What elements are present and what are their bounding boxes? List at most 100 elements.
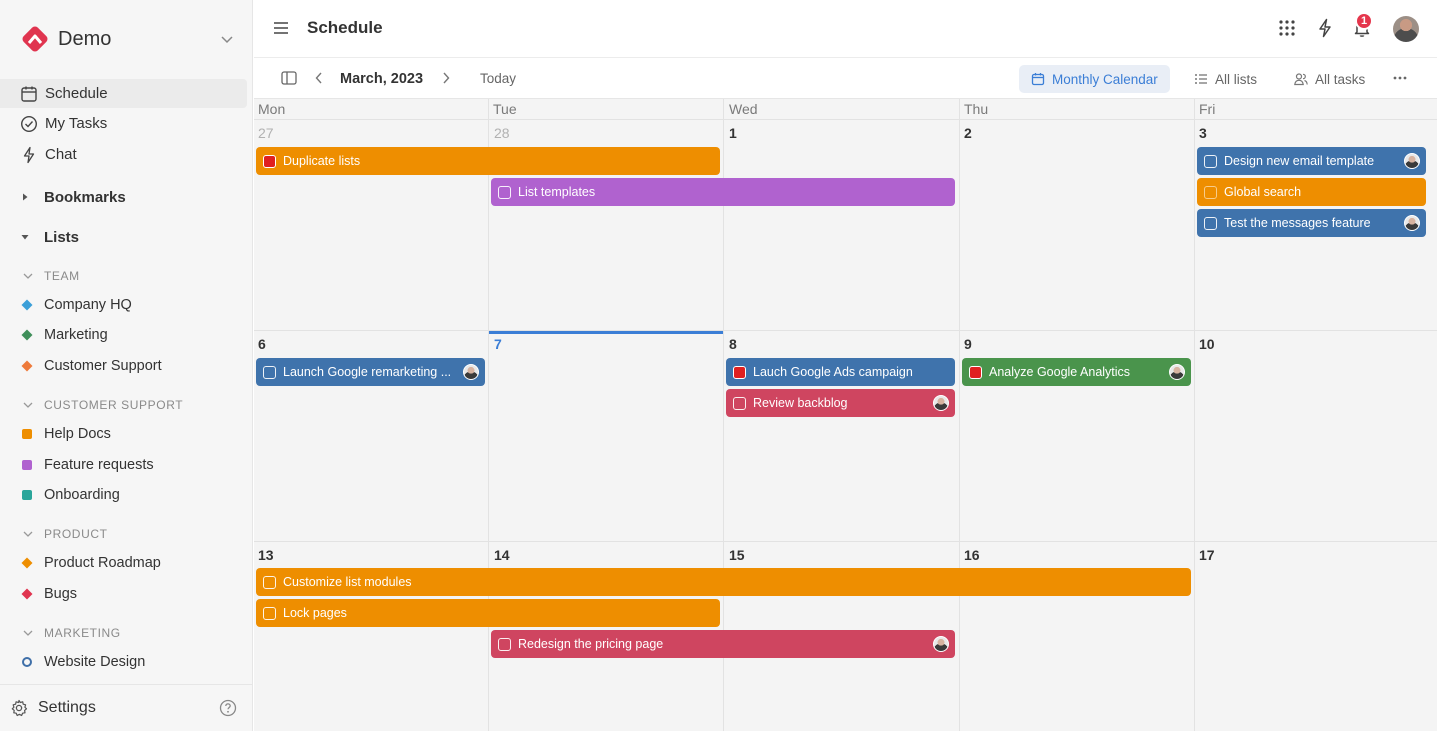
day-number[interactable]: 28: [494, 125, 510, 141]
task-checkbox[interactable]: [498, 185, 511, 199]
caret-down-icon: [20, 232, 30, 242]
day-number[interactable]: 3: [1199, 125, 1207, 141]
task-bar[interactable]: Design new email template: [1197, 147, 1426, 175]
task-checkbox[interactable]: [498, 637, 511, 651]
task-checkbox[interactable]: [733, 396, 746, 410]
calendar-icon: [20, 85, 38, 103]
list-item-product-roadmap[interactable]: Product Roadmap: [21, 553, 161, 573]
nav-item-my-tasks[interactable]: My Tasks: [0, 109, 247, 138]
calendar-icon: [1031, 73, 1045, 86]
task-checkbox[interactable]: [733, 365, 746, 379]
today-button[interactable]: Today: [480, 71, 516, 86]
task-checkbox[interactable]: [263, 154, 276, 168]
day-number[interactable]: 10: [1199, 336, 1215, 352]
view-all-lists[interactable]: All lists: [1182, 65, 1269, 93]
chevron-left-icon[interactable]: [313, 71, 325, 85]
list-label: Onboarding: [44, 487, 120, 503]
list-item-website-design[interactable]: Website Design: [22, 652, 145, 672]
task-bar[interactable]: List templates: [491, 178, 955, 206]
assignee-avatar: [1404, 153, 1420, 169]
view-all-tasks[interactable]: All tasks: [1282, 65, 1377, 93]
workspace-switcher[interactable]: Demo: [20, 23, 111, 55]
task-checkbox[interactable]: [263, 365, 276, 379]
list-item-marketing[interactable]: Marketing: [21, 325, 108, 345]
menu-icon[interactable]: [273, 21, 289, 35]
task-bar[interactable]: Duplicate lists: [256, 147, 720, 175]
task-bar[interactable]: Launch Google remarketing ...: [256, 358, 485, 386]
settings-link[interactable]: Settings: [38, 699, 96, 717]
section-label: Bookmarks: [44, 188, 126, 206]
day-number[interactable]: 27: [258, 125, 274, 141]
task-checkbox[interactable]: [1204, 216, 1217, 230]
view-monthly-calendar[interactable]: Monthly Calendar: [1019, 65, 1170, 93]
task-bar[interactable]: Lauch Google Ads campaign: [726, 358, 955, 386]
bolt-icon: [20, 146, 38, 164]
list-item-help-docs[interactable]: Help Docs: [22, 424, 111, 444]
sidebar-toggle-icon[interactable]: [281, 71, 297, 85]
day-number[interactable]: 6: [258, 336, 266, 352]
task-bar[interactable]: Test the messages feature: [1197, 209, 1426, 237]
gear-icon[interactable]: [10, 699, 28, 717]
page-title: Schedule: [307, 18, 383, 37]
day-number[interactable]: 16: [964, 547, 980, 563]
task-checkbox[interactable]: [263, 606, 276, 620]
task-label: Design new email template: [1224, 154, 1375, 168]
group-marketing[interactable]: MARKETING: [22, 625, 121, 641]
task-checkbox[interactable]: [1204, 185, 1217, 199]
list-item-onboarding[interactable]: Onboarding: [22, 485, 120, 505]
list-item-feature-requests[interactable]: Feature requests: [22, 455, 154, 475]
more-icon[interactable]: [1392, 71, 1408, 85]
chevron-down-icon[interactable]: [220, 32, 234, 46]
task-label: Global search: [1224, 185, 1302, 199]
group-customer-support[interactable]: CUSTOMER SUPPORT: [22, 397, 183, 413]
avatar[interactable]: [1393, 16, 1419, 42]
task-bar[interactable]: Lock pages: [256, 599, 720, 627]
section-bookmarks[interactable]: Bookmarks: [20, 186, 126, 208]
day-number[interactable]: 15: [729, 547, 745, 563]
task-label: Test the messages feature: [1224, 216, 1371, 230]
day-number-today[interactable]: 7: [494, 336, 502, 352]
divider: [254, 541, 1437, 542]
task-checkbox[interactable]: [969, 365, 982, 379]
day-number[interactable]: 9: [964, 336, 972, 352]
day-number[interactable]: 17: [1199, 547, 1215, 563]
divider: [488, 99, 489, 731]
list-label: Marketing: [44, 327, 108, 343]
bolt-icon[interactable]: [1315, 18, 1335, 38]
list-label: Website Design: [44, 654, 146, 670]
day-number[interactable]: 8: [729, 336, 737, 352]
task-bar[interactable]: Global search: [1197, 178, 1426, 206]
chevron-right-icon[interactable]: [440, 71, 452, 85]
list-item-company-hq[interactable]: Company HQ: [21, 295, 132, 315]
list-item-customer-support[interactable]: Customer Support: [21, 356, 162, 376]
calendar-grid: Mon Tue Wed Thu Fri 27 28 1 2 3 6 7 8 9 …: [254, 99, 1437, 731]
list-color-dot: [22, 460, 32, 470]
chevron-down-icon: [23, 402, 33, 408]
weekday-header: Wed: [729, 101, 758, 117]
chevron-down-icon: [23, 531, 33, 537]
task-checkbox[interactable]: [263, 575, 276, 589]
task-checkbox[interactable]: [1204, 154, 1217, 168]
list-color-dot: [21, 557, 33, 569]
day-number[interactable]: 1: [729, 125, 737, 141]
day-number[interactable]: 13: [258, 547, 274, 563]
group-team[interactable]: TEAM: [22, 268, 80, 284]
day-number[interactable]: 14: [494, 547, 510, 563]
list-color-dot: [22, 429, 32, 439]
list-item-bugs[interactable]: Bugs: [21, 584, 77, 604]
group-product[interactable]: PRODUCT: [22, 526, 108, 542]
task-bar[interactable]: Analyze Google Analytics: [962, 358, 1191, 386]
nav-item-schedule[interactable]: Schedule: [0, 79, 247, 108]
list-color-dot: [22, 657, 32, 667]
task-bar[interactable]: Review backblog: [726, 389, 955, 417]
day-number[interactable]: 2: [964, 125, 972, 141]
sidebar-footer: Settings: [0, 684, 253, 731]
group-title: CUSTOMER SUPPORT: [44, 398, 184, 412]
help-icon[interactable]: [219, 699, 237, 717]
section-lists[interactable]: Lists: [20, 226, 79, 248]
assignee-avatar: [1169, 364, 1185, 380]
apps-grid-icon[interactable]: [1277, 18, 1297, 38]
task-bar[interactable]: Customize list modules: [256, 568, 1191, 596]
nav-item-chat[interactable]: Chat: [0, 140, 247, 169]
task-bar[interactable]: Redesign the pricing page: [491, 630, 955, 658]
